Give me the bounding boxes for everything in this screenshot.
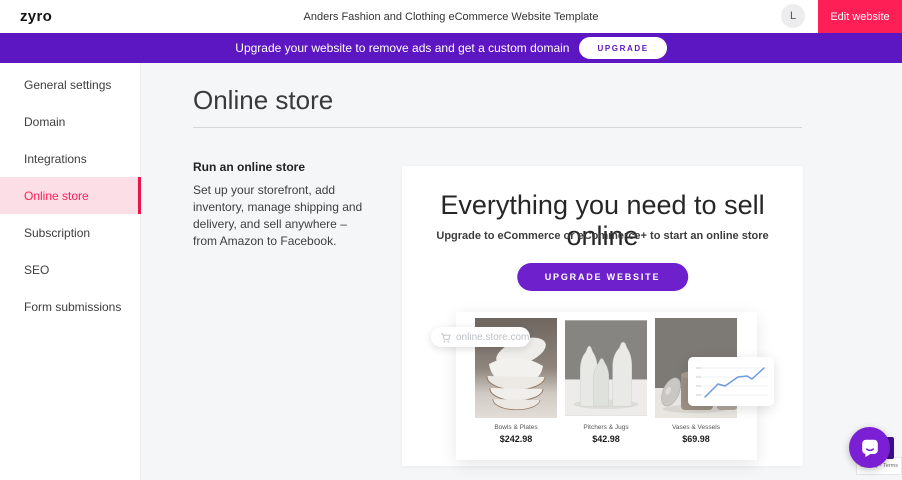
cart-icon	[440, 332, 451, 343]
upgrade-banner: Upgrade your website to remove ads and g…	[0, 33, 902, 63]
title-divider	[193, 127, 802, 128]
sales-chart-card	[688, 357, 774, 406]
chat-widget-button[interactable]	[849, 427, 890, 468]
ecommerce-upsell-panel: Everything you need to sell online Upgra…	[402, 166, 803, 466]
zyro-logo[interactable]: zyro	[20, 8, 52, 25]
sidebar-item-label: SEO	[24, 263, 49, 277]
upgrade-button[interactable]: UPGRADE	[579, 37, 666, 59]
upgrade-banner-text: Upgrade your website to remove ads and g…	[235, 41, 569, 55]
product-image-pitchers	[565, 318, 647, 418]
sidebar-item-subscription[interactable]: Subscription	[0, 214, 140, 251]
chat-bubble-icon	[859, 437, 881, 459]
main-content: Online store Run an online store Set up …	[142, 63, 902, 480]
settings-sidebar: General settings Domain Integrations Onl…	[0, 63, 141, 480]
user-avatar[interactable]: L	[781, 4, 805, 28]
product-name: Pitchers & Jugs	[565, 424, 647, 431]
upgrade-website-button[interactable]: UPGRADE WEBSITE	[517, 263, 689, 291]
product-price: $69.98	[655, 434, 737, 444]
sidebar-item-label: Form submissions	[24, 300, 121, 314]
edit-website-button[interactable]: Edit website	[818, 0, 902, 33]
sales-sparkline	[688, 357, 774, 406]
sidebar-item-general-settings[interactable]: General settings	[0, 66, 140, 103]
store-url-pill: online.store.com	[431, 327, 530, 347]
product-price: $42.98	[565, 434, 647, 444]
sidebar-item-label: Domain	[24, 115, 65, 129]
sidebar-item-label: General settings	[24, 78, 111, 92]
site-template-title: Anders Fashion and Clothing eCommerce We…	[304, 11, 599, 23]
sidebar-item-label: Subscription	[24, 226, 90, 240]
sidebar-item-label: Online store	[24, 189, 89, 203]
mini-chart-line	[705, 368, 764, 397]
sidebar-item-seo[interactable]: SEO	[0, 251, 140, 288]
section-heading: Run an online store	[193, 160, 369, 174]
section-description: Set up your storefront, add inventory, m…	[193, 182, 369, 250]
sidebar-item-form-submissions[interactable]: Form submissions	[0, 288, 140, 325]
product-name: Vases & Vessels	[655, 424, 737, 431]
top-bar: zyro Anders Fashion and Clothing eCommer…	[0, 0, 902, 33]
store-url-text: online.store.com	[456, 332, 529, 343]
product-name: Bowls & Plates	[475, 424, 557, 431]
page-title: Online store	[193, 85, 333, 116]
product-price: $242.98	[475, 434, 557, 444]
panel-subtitle: Upgrade to eCommerce or eCommerce+ to st…	[402, 230, 803, 242]
run-store-description-column: Run an online store Set up your storefro…	[193, 160, 369, 250]
sidebar-item-label: Integrations	[24, 152, 87, 166]
product-tile: Pitchers & Jugs $42.98	[565, 318, 647, 460]
sidebar-item-integrations[interactable]: Integrations	[0, 140, 140, 177]
panel-title: Everything you need to sell online	[402, 190, 803, 252]
sidebar-item-online-store[interactable]: Online store	[0, 177, 140, 214]
sidebar-item-domain[interactable]: Domain	[0, 103, 140, 140]
